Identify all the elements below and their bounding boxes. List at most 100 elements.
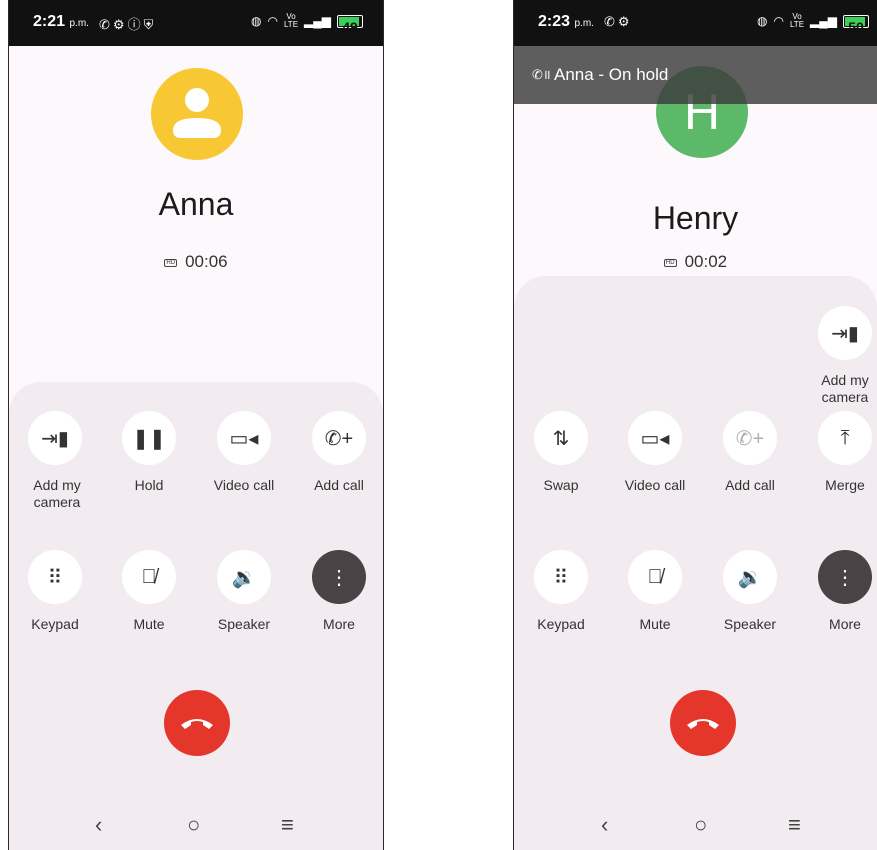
hold-button[interactable]: ❚❚ Hold <box>102 411 196 494</box>
status-time: 2:23 p.m. <box>538 13 594 30</box>
signal-icon: ▂▄▆ <box>304 14 331 28</box>
end-call-button[interactable] <box>164 690 230 756</box>
end-call-icon <box>181 719 213 729</box>
add-call-button[interactable]: ✆+ Add call <box>292 411 383 494</box>
speaker-button[interactable]: 🔉 Speaker <box>197 550 291 633</box>
keypad-icon: ⠿ <box>534 550 588 604</box>
end-call-button[interactable] <box>670 690 736 756</box>
nav-recents-button[interactable]: ≡ <box>281 812 294 838</box>
button-label: Speaker <box>723 616 777 632</box>
more-vert-icon: ⋮ <box>818 550 872 604</box>
shield-icon: ⛨ <box>143 17 157 32</box>
button-label: Mute <box>133 616 165 632</box>
battery-level: 50 <box>848 18 864 35</box>
speaker-button[interactable]: 🔉 Speaker <box>703 550 797 633</box>
add-call-icon: ✆+ <box>312 411 366 465</box>
button-label: More <box>323 616 355 632</box>
nfc-icon: ◍ <box>250 14 262 28</box>
camera-switch-icon: ⇥▮ <box>28 411 82 465</box>
add-call-button[interactable]: ✆+ Add call <box>703 411 797 494</box>
button-label: Swap <box>543 477 579 493</box>
wifi-icon: ◠ <box>773 14 784 28</box>
call-controls-panel: ⇥▮ Add my camera ❚❚ Hold ▭◂ Video call ✆… <box>9 382 383 850</box>
button-label: Keypad <box>31 616 79 632</box>
video-call-button[interactable]: ▭◂ Video call <box>608 411 702 494</box>
button-label: Keypad <box>537 616 585 632</box>
signal-icon: ▂▄▆ <box>810 14 837 28</box>
status-icons-left: ✆⚙ⓘ⛨ <box>99 14 156 33</box>
nav-recents-button[interactable]: ≡ <box>788 812 801 838</box>
mute-button[interactable]: 🎙̸ Mute <box>102 550 196 633</box>
nav-back-button[interactable]: ‹ <box>601 812 608 838</box>
lte-icon: Vo LTE <box>283 12 299 29</box>
status-icons-right: ◍ ◠ Vo LTE ▂▄▆ 50 <box>756 12 869 35</box>
contact-avatar <box>151 68 243 160</box>
keypad-button[interactable]: ⠿ Keypad <box>9 550 102 633</box>
lte-icon: Vo LTE <box>789 12 805 29</box>
add-my-camera-button[interactable]: ⇥▮ Add my camera <box>9 411 102 511</box>
hd-icon: HD <box>164 259 178 267</box>
nav-back-button[interactable]: ‹ <box>95 812 102 838</box>
mic-off-icon: 🎙̸ <box>628 550 682 604</box>
more-button[interactable]: ⋮ More <box>292 550 383 633</box>
nav-home-button[interactable]: ○ <box>694 812 707 838</box>
video-icon: ▭◂ <box>217 411 271 465</box>
contact-name: Henry <box>652 200 739 236</box>
add-my-camera-button[interactable]: ⇥▮ Add my camera <box>798 306 877 406</box>
keypad-icon: ⠿ <box>28 550 82 604</box>
call-timer: HD 00:02 <box>663 252 728 271</box>
status-icons-right: ◍ ◠ Vo LTE ▂▄▆ 49 <box>250 12 363 35</box>
call-icon: ✆ <box>604 14 618 29</box>
mic-off-icon: 🎙̸ <box>122 550 176 604</box>
pause-icon: ❚❚ <box>122 411 176 465</box>
mute-button[interactable]: 🎙̸ Mute <box>608 550 702 633</box>
button-label: Mute <box>639 616 671 632</box>
on-hold-banner[interactable]: ✆॥ Anna - On hold <box>514 46 877 104</box>
speaker-icon: 🔉 <box>723 550 777 604</box>
person-icon <box>173 88 221 138</box>
battery-icon: 49 <box>337 14 363 35</box>
status-time: 2:21 p.m. <box>33 13 89 30</box>
speaker-icon: 🔉 <box>217 550 271 604</box>
call-controls-panel: ⇥▮ Add my camera ⇅ Swap ▭◂ Video call ✆+… <box>514 276 877 850</box>
swap-icon: ⇅ <box>534 411 588 465</box>
battery-level: 49 <box>342 18 358 35</box>
button-label: Video call <box>624 477 686 493</box>
more-vert-icon: ⋮ <box>312 550 366 604</box>
call-screen-henry: 2:23 p.m. ✆⚙ ◍ ◠ Vo LTE ▂▄▆ 50 ✆॥ Anna - … <box>513 0 877 850</box>
nav-home-button[interactable]: ○ <box>187 812 200 838</box>
info-icon: ⓘ <box>127 17 144 32</box>
call-hold-icon: ✆॥ <box>532 67 551 82</box>
gear-icon: ⚙ <box>112 17 128 32</box>
contact-name: Anna <box>158 186 234 222</box>
battery-icon: 50 <box>843 14 869 35</box>
button-label: Add my camera <box>33 477 81 510</box>
button-label: Video call <box>213 477 275 493</box>
merge-button[interactable]: ⤒ Merge <box>798 411 877 494</box>
video-call-button[interactable]: ▭◂ Video call <box>197 411 291 494</box>
wifi-icon: ◠ <box>267 14 278 28</box>
call-screen-anna: 2:21 p.m. ✆⚙ⓘ⛨ ◍ ◠ Vo LTE ▂▄▆ 49 Anna HD 0… <box>8 0 384 850</box>
call-timer: HD 00:06 <box>164 252 228 271</box>
merge-icon: ⤒ <box>818 411 872 465</box>
camera-switch-icon: ⇥▮ <box>818 306 872 360</box>
gear-icon: ⚙ <box>617 14 633 29</box>
status-bar: 2:21 p.m. ✆⚙ⓘ⛨ ◍ ◠ Vo LTE ▂▄▆ 49 <box>9 0 383 46</box>
swap-button[interactable]: ⇅ Swap <box>514 411 608 494</box>
button-label: Add call <box>314 477 364 493</box>
button-label: Add call <box>725 477 775 493</box>
button-label: More <box>829 616 861 632</box>
status-icons-left: ✆⚙ <box>604 14 633 30</box>
add-call-icon: ✆+ <box>723 411 777 465</box>
status-bar: 2:23 p.m. ✆⚙ ◍ ◠ Vo LTE ▂▄▆ 50 <box>514 0 877 46</box>
button-label: Hold <box>134 477 164 493</box>
video-icon: ▭◂ <box>628 411 682 465</box>
nfc-icon: ◍ <box>756 14 768 28</box>
button-label: Speaker <box>217 616 271 632</box>
button-label: Add my camera <box>821 372 869 405</box>
hd-icon: HD <box>663 259 677 267</box>
more-button[interactable]: ⋮ More <box>798 550 877 633</box>
on-hold-text: Anna - On hold <box>554 65 669 84</box>
button-label: Merge <box>825 477 865 493</box>
keypad-button[interactable]: ⠿ Keypad <box>514 550 608 633</box>
